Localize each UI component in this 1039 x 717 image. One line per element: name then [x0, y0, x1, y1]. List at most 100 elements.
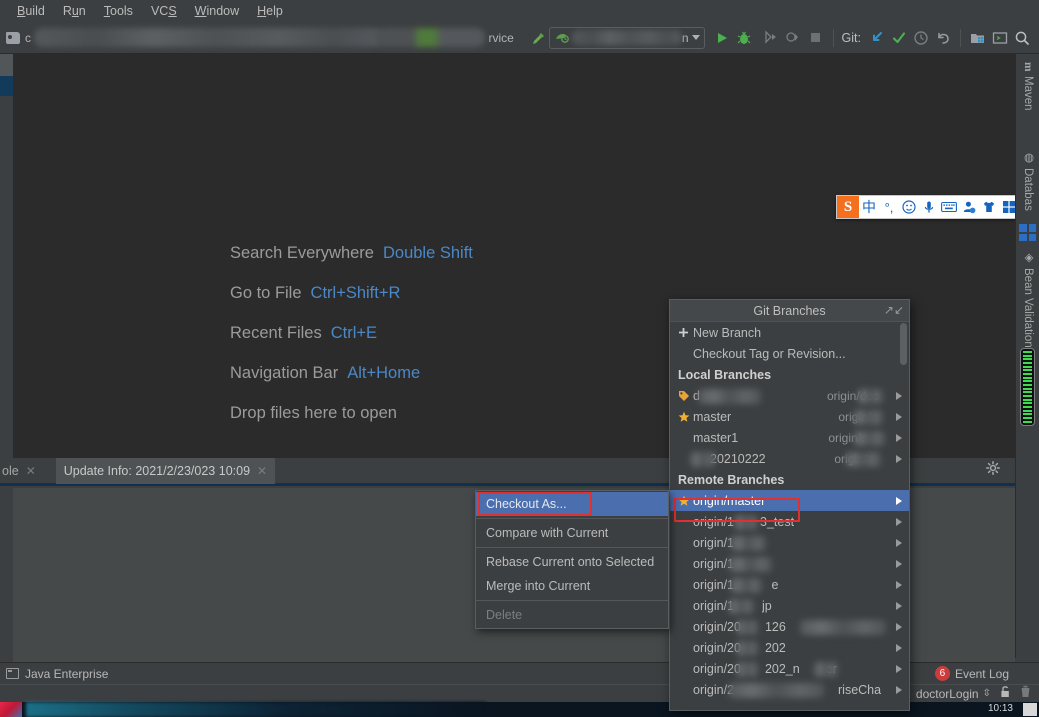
commit-icon[interactable] — [888, 27, 910, 49]
skin-icon[interactable] — [979, 197, 999, 217]
local-branch-row[interactable]: d origin/doc — [670, 385, 909, 406]
search-icon[interactable] — [1011, 27, 1033, 49]
soft-keyboard-icon[interactable] — [939, 197, 959, 217]
close-icon[interactable]: ✕ — [26, 464, 36, 478]
chevron-right-icon[interactable] — [896, 602, 902, 610]
left-toolwindow-strip[interactable] — [0, 54, 14, 76]
collapse-icon[interactable]: ↗↙ — [884, 304, 904, 316]
chevron-right-icon[interactable] — [896, 560, 902, 568]
chevron-right-icon[interactable] — [896, 497, 902, 505]
chevron-right-icon[interactable] — [896, 413, 902, 421]
chevron-right-icon[interactable] — [896, 644, 902, 652]
chevron-right-icon[interactable] — [896, 518, 902, 526]
local-branch-row-master1[interactable]: master1 origin/m — [670, 427, 909, 448]
local-branch-row-20210222[interactable]: 20210222 origin/ — [670, 448, 909, 469]
chevron-right-icon[interactable] — [896, 623, 902, 631]
chevron-right-icon[interactable] — [896, 434, 902, 442]
breadcrumb-path-blurred[interactable] — [34, 28, 383, 47]
hint-label: Go to File — [230, 284, 302, 302]
remote-branches-header: Remote Branches — [678, 472, 785, 487]
remote-branch-row[interactable]: origin/1 jp — [670, 595, 909, 616]
sidebar-item-maven[interactable]: m Maven — [1016, 58, 1039, 138]
popup-title-bar: Git Branches ↗↙ — [670, 300, 909, 322]
local-branch-row-master[interactable]: master origin/ — [670, 406, 909, 427]
close-icon[interactable]: ✕ — [257, 464, 267, 478]
gear-icon[interactable] — [986, 461, 1000, 480]
voice-input-icon[interactable] — [919, 197, 939, 217]
action-new-branch[interactable]: New Branch — [670, 322, 909, 343]
user-icon[interactable] — [959, 197, 979, 217]
event-log-button[interactable]: 6 Event Log — [934, 666, 1039, 681]
breadcrumb[interactable]: c — [25, 31, 31, 45]
menu-window[interactable]: Window — [186, 2, 248, 20]
remote-branch-row[interactable]: origin/1 — [670, 553, 909, 574]
branch-name-suffix: 3_test — [760, 514, 795, 529]
menu-item-merge-into-current[interactable]: Merge into Current — [476, 574, 668, 598]
remote-branch-row[interactable]: origin/20 202_n er — [670, 658, 909, 679]
action-checkout-tag-or-revision[interactable]: Checkout Tag or Revision... — [670, 343, 909, 364]
memory-indicator[interactable] — [1020, 348, 1035, 426]
taskbar-window-buttons[interactable] — [26, 702, 486, 717]
trash-icon[interactable] — [1020, 685, 1031, 703]
remote-branch-row[interactable]: origin/2 riseCha — [670, 679, 909, 700]
unlock-icon[interactable] — [1000, 685, 1011, 703]
emoji-icon[interactable] — [899, 197, 919, 217]
run-coverage-icon[interactable] — [761, 27, 783, 49]
chevron-right-icon[interactable] — [896, 665, 902, 673]
remote-branch-row[interactable]: origin/1. e — [670, 574, 909, 595]
terminal-icon[interactable] — [989, 27, 1011, 49]
run-configuration-selector[interactable]: n — [548, 26, 705, 49]
show-desktop-button[interactable] — [1023, 703, 1037, 716]
sidebar-item-database[interactable]: ◍ Databas — [1016, 146, 1039, 236]
remote-branch-row-origin-master[interactable]: origin/master — [670, 490, 909, 511]
breadcrumb-path-blurred-2[interactable] — [374, 28, 485, 47]
run-icon[interactable] — [711, 27, 733, 49]
project-structure-icon[interactable] — [967, 27, 989, 49]
menu-item-rebase-current-onto-selected[interactable]: Rebase Current onto Selected — [476, 550, 668, 574]
popup-title: Git Branches — [753, 303, 826, 318]
menu-build[interactable]: Build — [8, 2, 54, 20]
menu-item-checkout-as[interactable]: Checkout As... — [476, 492, 668, 516]
branch-widget[interactable]: doctorLogin ⇳ — [916, 687, 991, 701]
remote-branch-row[interactable]: origin/1 — [670, 532, 909, 553]
branch-name-blurred — [736, 662, 758, 677]
sogou-logo-icon[interactable]: S — [837, 196, 859, 218]
menu-help[interactable]: Help — [248, 2, 292, 20]
git-toolbar-label: Git: — [841, 30, 861, 45]
branch-name: origin/master — [693, 493, 766, 508]
punctuation-icon[interactable]: °, — [879, 197, 899, 217]
chevron-right-icon[interactable] — [896, 581, 902, 589]
facet-label[interactable]: Java Enterprise — [25, 667, 108, 681]
branch-name-suffix: 126 — [764, 619, 786, 634]
menu-run[interactable]: Run — [54, 2, 95, 20]
start-button-icon[interactable] — [0, 702, 22, 717]
branch-name-blurred — [728, 599, 754, 614]
branch-name-blurred — [690, 452, 716, 467]
left-toolwindow-strip-rest — [0, 96, 13, 458]
chinese-mode-icon[interactable]: 中 — [859, 197, 879, 217]
remote-branch-row[interactable]: origin/1 3_test — [670, 511, 909, 532]
left-toolwindow-strip-selected[interactable] — [0, 76, 13, 96]
chevron-right-icon[interactable] — [896, 455, 902, 463]
remote-branch-row[interactable]: origin/20 202 — [670, 637, 909, 658]
rollback-icon[interactable] — [932, 27, 954, 49]
branch-name: master1 — [693, 430, 739, 445]
stop-icon[interactable] — [805, 27, 827, 49]
menu-tools[interactable]: Tools — [95, 2, 142, 20]
toolbox-grid-icon[interactable] — [1019, 224, 1036, 241]
tab-console[interactable]: ole ✕ — [0, 458, 44, 484]
history-icon[interactable] — [910, 27, 932, 49]
chevron-right-icon[interactable] — [896, 539, 902, 547]
branch-name-blurred — [730, 536, 766, 551]
hammer-icon[interactable] — [527, 27, 549, 49]
update-project-icon[interactable] — [866, 27, 888, 49]
menu-item-compare-with-current[interactable]: Compare with Current — [476, 521, 668, 545]
chevron-down-icon[interactable] — [691, 35, 700, 40]
chevron-right-icon[interactable] — [896, 686, 902, 694]
debug-icon[interactable] — [733, 27, 755, 49]
menu-vcs[interactable]: VCS — [142, 2, 186, 20]
remote-branch-row[interactable]: origin/20 126 — [670, 616, 909, 637]
chevron-right-icon[interactable] — [896, 392, 902, 400]
profile-icon[interactable] — [783, 27, 805, 49]
tab-update-info[interactable]: Update Info: 2021/2/23/023 10:09 ✕ — [55, 457, 276, 484]
